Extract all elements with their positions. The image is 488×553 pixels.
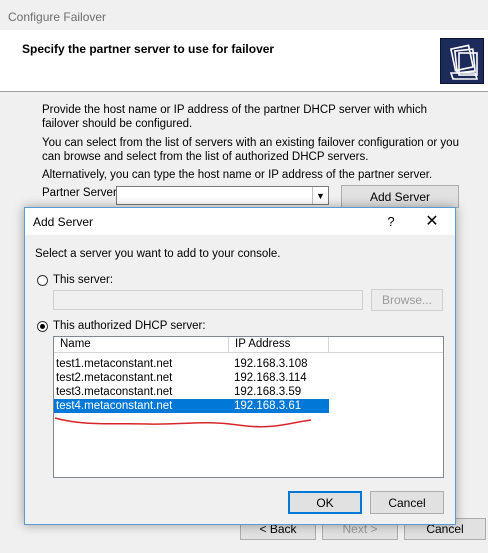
this-server-radio[interactable] (37, 275, 48, 286)
dialog-title: Add Server (33, 215, 94, 229)
server-ip: 192.168.3.59 (234, 386, 302, 398)
authorized-server-label[interactable]: This authorized DHCP server: (53, 320, 206, 332)
browse-button[interactable]: Browse... (371, 289, 443, 311)
ok-button[interactable]: OK (288, 491, 362, 514)
page-title: Specify the partner server to use for fa… (22, 42, 275, 56)
server-name: test3.metaconstant.net (56, 386, 173, 398)
add-server-button[interactable]: Add Server (341, 185, 459, 208)
add-server-dialog: Add Server ? ✕ Select a server you want … (24, 207, 456, 525)
column-header-name[interactable]: Name (54, 337, 229, 353)
dialog-titlebar: Add Server ? ✕ (25, 208, 455, 235)
authorized-server-radio[interactable] (37, 321, 48, 332)
server-ip: 192.168.3.108 (234, 358, 308, 370)
dialog-instruction: Select a server you want to add to your … (35, 248, 281, 260)
window-title: Configure Failover (8, 10, 107, 24)
this-server-input[interactable] (53, 290, 363, 310)
server-ip: 192.168.3.61 (234, 400, 302, 412)
column-header-ip[interactable]: IP Address (229, 337, 329, 353)
server-ip: 192.168.3.114 (234, 372, 307, 384)
authorized-server-list[interactable]: Name IP Address test1.metaconstant.net 1… (53, 336, 444, 478)
server-name: test2.metaconstant.net (56, 372, 173, 384)
description-text-1: Provide the host name or IP address of t… (42, 104, 428, 130)
close-icon[interactable]: ✕ (421, 211, 443, 231)
help-icon[interactable]: ? (381, 211, 401, 231)
server-name: test4.metaconstant.net (56, 400, 173, 412)
list-item-selected[interactable]: test4.metaconstant.net 192.168.3.61 (54, 399, 329, 413)
column-header-filler (329, 337, 443, 353)
list-item[interactable]: test1.metaconstant.net 192.168.3.108 (54, 357, 329, 371)
description-text-3: Alternatively, you can type the host nam… (42, 169, 433, 181)
wizard-header: Specify the partner server to use for fa… (0, 30, 488, 92)
this-server-label[interactable]: This server: (53, 274, 113, 286)
partner-server-label: Partner Server: (42, 187, 120, 199)
cancel-button[interactable]: Cancel (370, 491, 444, 514)
description-text-2: You can select from the list of servers … (42, 137, 459, 163)
list-item[interactable]: test2.metaconstant.net 192.168.3.114 (54, 371, 329, 385)
chevron-down-icon[interactable]: ▼ (312, 187, 328, 204)
list-item[interactable]: test3.metaconstant.net 192.168.3.59 (54, 385, 329, 399)
server-name: test1.metaconstant.net (56, 358, 173, 370)
wizard-folders-icon (440, 38, 484, 84)
partner-server-combobox[interactable]: ▼ (116, 186, 329, 205)
